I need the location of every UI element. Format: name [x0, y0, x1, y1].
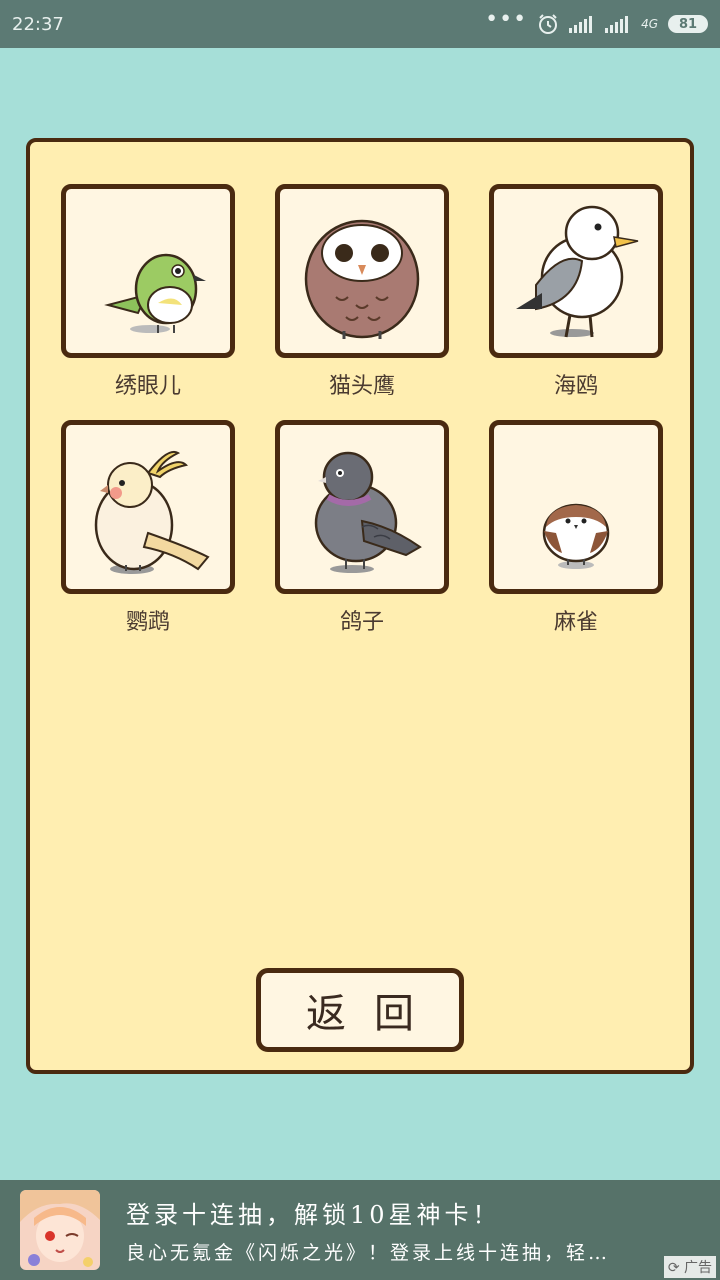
bird-name: 麻雀	[553, 610, 598, 635]
alarm-icon	[539, 14, 558, 34]
white-eye-bird-icon	[104, 253, 206, 333]
return-button[interactable]: 返回	[256, 968, 464, 1052]
bird-collection-panel: 绣眼儿 猫头鹰 海鸥 鹦鹉 鸽子 麻雀	[26, 138, 694, 1074]
bird-card-white-eye[interactable]	[61, 184, 235, 358]
seagull-icon	[516, 205, 639, 338]
bird-card-seagull[interactable]	[489, 184, 663, 358]
cockatiel-icon	[94, 451, 210, 574]
pigeon-icon	[314, 451, 422, 573]
bird-name: 鸽子	[339, 610, 384, 635]
battery-level: 81	[678, 16, 698, 32]
bird-name: 猫头鹰	[328, 374, 395, 399]
more-dots-icon: •••	[485, 7, 528, 32]
bird-card-owl[interactable]	[275, 184, 449, 358]
bird-name: 鹦鹉	[125, 610, 170, 635]
battery-icon: 81	[668, 15, 708, 33]
bird-card-cockatiel[interactable]	[61, 420, 235, 594]
sparrow-icon	[542, 503, 610, 569]
bird-card-pigeon[interactable]	[275, 420, 449, 594]
status-bar: 22:37 ••• 4G 81	[0, 0, 720, 48]
ad-label-text: 广告	[684, 1260, 712, 1276]
bird-name: 绣眼儿	[114, 374, 181, 399]
ad-banner[interactable]: 登录十连抽，解锁10星神卡！ 良心无氪金《闪烁之光》！登录上线十连抽，轻… ⟳ …	[0, 1180, 720, 1280]
status-time: 22:37	[12, 13, 64, 35]
ad-thumbnail[interactable]	[20, 1190, 100, 1270]
ad-label: ⟳ 广告	[663, 1256, 716, 1278]
owl-icon	[304, 219, 420, 339]
anime-girl-thumbnail-icon	[20, 1190, 100, 1270]
network-type: 4G	[641, 17, 658, 31]
ad-text[interactable]: 登录十连抽，解锁10星神卡！ 良心无氪金《闪烁之光》！登录上线十连抽，轻…	[126, 1195, 610, 1265]
bird-card-sparrow[interactable]	[489, 420, 663, 594]
ad-description[interactable]: 良心无氪金《闪烁之光》！登录上线十连抽，轻…	[126, 1238, 610, 1265]
ad-title[interactable]: 登录十连抽，解锁10星神卡！	[126, 1195, 610, 1230]
status-icons: ••• 4G 81	[485, 9, 708, 35]
signal-icon-2	[605, 16, 629, 33]
signal-icon	[569, 16, 593, 33]
bird-name: 海鸥	[553, 374, 598, 399]
